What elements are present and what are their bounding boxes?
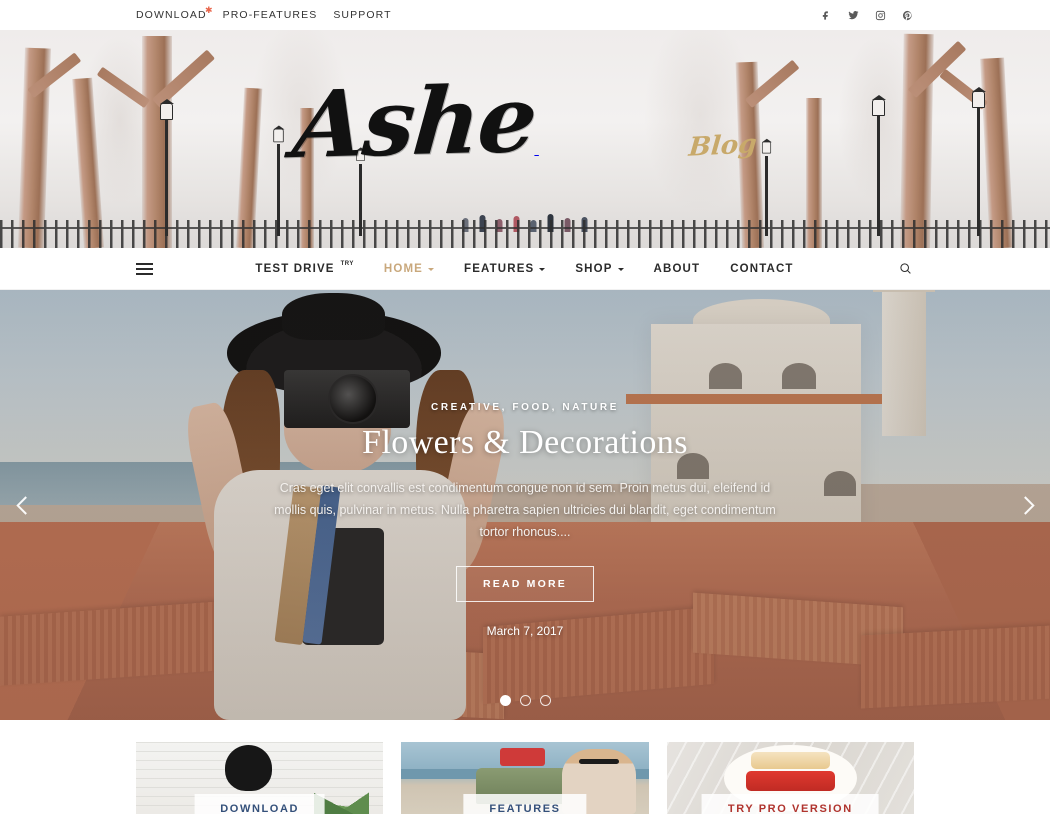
facebook-icon[interactable]: [820, 9, 833, 22]
twitter-icon[interactable]: [847, 9, 860, 22]
nav-item-shop[interactable]: SHOP: [575, 262, 624, 275]
slide-content: CREATIVE, FOOD, NATURE Flowers & Decorat…: [0, 402, 1050, 638]
nav-item-contact-label: CONTACT: [730, 262, 794, 275]
site-logo[interactable]: Ashe Blog: [0, 64, 1050, 180]
site-logo-main: Ashe: [289, 64, 539, 180]
slider-dot-3[interactable]: [539, 695, 551, 706]
social-links: [820, 9, 914, 22]
hero-slider: CREATIVE, FOOD, NATURE Flowers & Decorat…: [0, 290, 1050, 720]
topbar-link-pro-features[interactable]: PRO-FEATURES: [223, 9, 318, 21]
search-icon[interactable]: [896, 260, 914, 278]
top-bar-links: DOWNLOAD ✱ PRO-FEATURES SUPPORT: [136, 6, 392, 22]
park-fence: [0, 220, 1050, 248]
promo-card-download[interactable]: DOWNLOAD: [136, 742, 384, 814]
slider-dot-2[interactable]: [519, 695, 531, 706]
nav-item-features[interactable]: FEATURES: [464, 262, 546, 275]
topbar-link-pro-features-label: PRO-FEATURES: [222, 9, 318, 21]
promo-card-features[interactable]: FEATURES: [401, 742, 649, 814]
chevron-left-icon[interactable]: [8, 488, 42, 522]
nav-item-about-label: ABOUT: [653, 262, 701, 275]
slide-date: March 7, 2017: [486, 623, 564, 638]
pinterest-icon[interactable]: [901, 9, 914, 22]
topbar-link-download[interactable]: DOWNLOAD ✱: [136, 6, 213, 22]
nav-item-home[interactable]: HOME: [383, 262, 435, 275]
nav-item-contact[interactable]: CONTACT: [730, 263, 793, 275]
new-marker-icon: ✱: [204, 5, 214, 15]
promo-card-try-pro-version[interactable]: TRY PRO VERSION: [666, 742, 914, 814]
site-logo-sub: Blog: [687, 129, 758, 163]
nav-item-test-drive-label: TEST DRIVE: [255, 262, 335, 275]
top-bar: DOWNLOAD ✱ PRO-FEATURES SUPPORT: [0, 0, 1050, 30]
topbar-link-support-label: SUPPORT: [333, 9, 392, 21]
chevron-down-icon: [539, 267, 546, 271]
promo-card-try-pro-version-label: TRY PRO VERSION: [701, 794, 879, 814]
nav-item-shop-label: SHOP: [575, 262, 613, 275]
chevron-right-icon[interactable]: [1008, 488, 1042, 522]
read-more-button[interactable]: READ MORE: [456, 565, 594, 602]
slider-dot-1[interactable]: [499, 695, 511, 706]
nav-item-features-label: FEATURES: [464, 262, 535, 275]
topbar-link-download-label: DOWNLOAD: [136, 9, 207, 21]
slider-pagination: [0, 695, 1050, 706]
slide-excerpt: Cras eget elit convallis est condimentum…: [274, 481, 776, 539]
promo-card-download-label: DOWNLOAD: [194, 794, 326, 814]
instagram-icon[interactable]: [874, 9, 887, 22]
hamburger-icon[interactable]: [136, 262, 153, 275]
slide-title[interactable]: Flowers & Decorations: [0, 424, 1050, 462]
nav-item-home-label: HOME: [383, 262, 424, 275]
slide-categories[interactable]: CREATIVE, FOOD, NATURE: [0, 402, 1050, 413]
nav-item-test-drive[interactable]: TEST DRIVE TRY: [255, 260, 354, 275]
topbar-link-support[interactable]: SUPPORT: [333, 9, 391, 21]
chevron-down-icon: [617, 267, 624, 271]
main-navigation: TEST DRIVE TRY HOME FEATURES SHOP ABOUT …: [0, 248, 1050, 290]
chevron-down-icon: [428, 267, 435, 271]
promo-card-features-label: FEATURES: [463, 794, 587, 814]
nav-item-test-drive-sup: TRY: [340, 260, 354, 267]
nav-item-about[interactable]: ABOUT: [654, 263, 701, 275]
site-masthead: Ashe Blog: [0, 30, 1050, 248]
nav-menu: TEST DRIVE TRY HOME FEATURES SHOP ABOUT …: [153, 260, 896, 275]
